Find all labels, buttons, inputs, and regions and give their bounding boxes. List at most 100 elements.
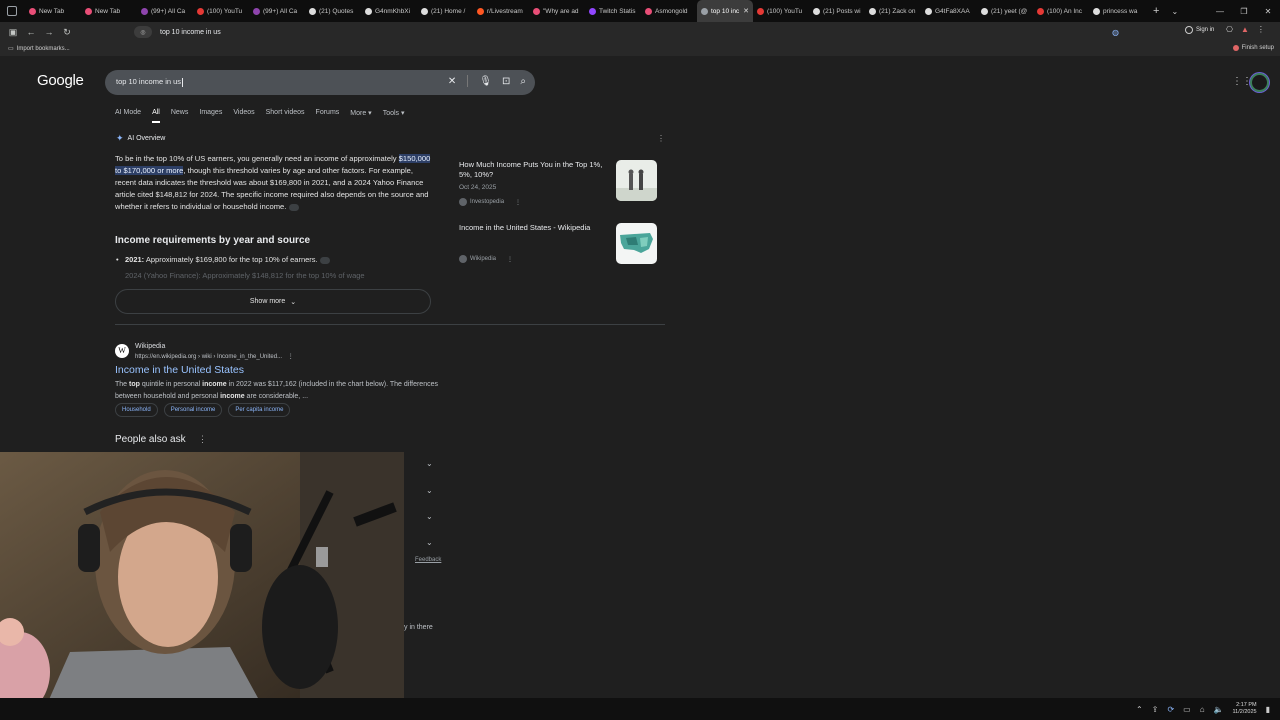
webcam-image — [0, 452, 404, 720]
close-window-icon[interactable]: ✕ — [1256, 7, 1280, 16]
new-tab-button[interactable]: + — [1153, 5, 1159, 17]
search-tab-7[interactable]: More ▾ — [350, 109, 371, 123]
tab-dropdown-icon[interactable]: ⌄ — [1171, 7, 1178, 16]
minimize-icon[interactable]: — — [1208, 7, 1232, 16]
link-icon[interactable] — [319, 256, 330, 264]
tab-7[interactable]: (21) Home / — [417, 0, 473, 22]
close-tab-icon[interactable]: ✕ — [743, 7, 749, 15]
tab-12[interactable]: top 10 inc ✕ — [697, 0, 753, 22]
share-icon[interactable]: ⇪ — [1152, 705, 1159, 714]
search-tab-1[interactable]: All — [152, 109, 160, 123]
chevron-up-icon[interactable]: ⌃ — [1136, 705, 1143, 714]
feedback-link[interactable]: Feedback — [415, 557, 441, 563]
tab-8[interactable]: r/Livestream — [473, 0, 529, 22]
alert-icon[interactable]: ▲ — [1241, 25, 1249, 34]
wikipedia-icon[interactable]: W — [115, 344, 129, 358]
more-options-icon[interactable]: ⋮ — [507, 256, 513, 263]
search-tab-8[interactable]: Tools ▾ — [383, 109, 405, 123]
source-date: Oct 24, 2025 — [459, 184, 497, 191]
tab-17[interactable]: (21) yeet (@ — [977, 0, 1033, 22]
sidebar-icon[interactable]: ▣ — [4, 27, 22, 38]
avatar[interactable] — [1250, 73, 1269, 92]
tab-2[interactable]: (99+) All Ca — [137, 0, 193, 22]
address-bar[interactable]: ◎ top 10 income in us ◍ — [134, 25, 1124, 39]
tab-19[interactable]: princess wa — [1089, 0, 1145, 22]
more-options-icon[interactable]: ⋮ — [657, 134, 665, 143]
search-tab-5[interactable]: Short videos — [266, 109, 305, 123]
finish-setup-button[interactable]: Finish setup — [1232, 45, 1274, 51]
tab-0[interactable]: New Tab — [25, 0, 81, 22]
import-bookmarks-button[interactable]: ▭ Import bookmarks... — [8, 45, 70, 53]
setup-icon — [1232, 45, 1239, 51]
voice-search-icon[interactable]: 🎙 — [479, 76, 492, 87]
tab-favicon-icon — [29, 7, 36, 15]
search-query[interactable]: top 10 income in us — [116, 77, 184, 87]
chevron-down-icon[interactable]: ⌄ — [426, 512, 433, 521]
link-icon[interactable] — [288, 203, 299, 211]
address-text: top 10 income in us — [160, 28, 221, 36]
tab-9[interactable]: "Why are ad — [529, 0, 585, 22]
chevron-down-icon[interactable]: ⌄ — [426, 538, 433, 547]
tab-13[interactable]: (100) YouTu — [753, 0, 809, 22]
investopedia-thumbnail[interactable] — [616, 160, 657, 201]
result-site-name[interactable]: Wikipedia — [135, 343, 165, 350]
tab-14[interactable]: (21) Posts wi — [809, 0, 865, 22]
tab-list: New Tab New Tab (99+) All Ca (100) YouTu (99… — [25, 0, 1145, 22]
tab-5[interactable]: (21) Quotes — [305, 0, 361, 22]
tab-16[interactable]: G4tFa8XAA — [921, 0, 977, 22]
clear-icon[interactable]: ✕ — [448, 76, 456, 87]
tab-15[interactable]: (21) Zack on — [865, 0, 921, 22]
search-tab-2[interactable]: News — [171, 109, 189, 123]
search-tab-4[interactable]: Videos — [233, 109, 254, 123]
tab-4[interactable]: (99+) All Ca — [249, 0, 305, 22]
source-title[interactable]: Income in the United States - Wikipedia — [459, 223, 604, 233]
extensions-icon[interactable]: ⎔ — [1226, 25, 1233, 34]
chevron-down-icon[interactable]: ⌄ — [426, 459, 433, 468]
chevron-down-icon[interactable]: ⌄ — [426, 486, 433, 495]
tab-18[interactable]: (100) An Inc — [1033, 0, 1089, 22]
tab-label: (100) YouTu — [767, 7, 803, 15]
notifications-icon[interactable]: ▮ — [1266, 705, 1270, 714]
search-input[interactable]: top 10 income in us ✕ 🎙 ⊡ ⌕ — [105, 70, 535, 95]
forward-icon[interactable]: → — [40, 27, 58, 37]
show-more-button[interactable]: Show more ⌄ — [115, 289, 431, 314]
more-options-icon[interactable]: ⋮ — [288, 354, 294, 360]
tab-10[interactable]: Twitch Statis — [585, 0, 641, 22]
display-icon[interactable]: ▭ — [1183, 705, 1191, 714]
source-title[interactable]: How Much Income Puts You in the Top 1%, … — [459, 160, 604, 180]
site-info-icon[interactable]: ◎ — [134, 26, 152, 38]
network-icon[interactable]: ⌂ — [1200, 705, 1205, 714]
sign-in-button[interactable]: Sign in — [1185, 26, 1214, 34]
result-url[interactable]: https://en.wikipedia.org › wiki › Income… — [135, 353, 294, 360]
chip-personal-income[interactable]: Personal income — [163, 403, 223, 417]
google-logo[interactable]: Google — [37, 72, 84, 89]
us-map-thumbnail[interactable] — [616, 223, 657, 264]
search-icon[interactable]: ⌕ — [520, 76, 526, 87]
search-tab-6[interactable]: Forums — [316, 109, 340, 123]
tab-11[interactable]: Asmongold — [641, 0, 697, 22]
search-tab-0[interactable]: AI Mode — [115, 109, 141, 123]
source-card-wikipedia[interactable]: Income in the United States - Wikipedia … — [452, 221, 662, 267]
lens-icon[interactable]: ⊡ — [502, 76, 510, 87]
more-options-icon[interactable]: ⋮ — [515, 199, 521, 206]
finish-setup-label: Finish setup — [1241, 45, 1274, 51]
chip-household[interactable]: Household — [115, 403, 158, 417]
menu-icon[interactable]: ⋮ — [1257, 25, 1265, 34]
back-icon[interactable]: ← — [22, 27, 40, 37]
reload-icon[interactable]: ↻ — [58, 27, 76, 38]
source-card-investopedia[interactable]: How Much Income Puts You in the Top 1%, … — [452, 158, 662, 210]
tab-search-icon[interactable] — [7, 6, 17, 16]
more-options-icon[interactable]: ⋮ — [198, 434, 207, 445]
tab-6[interactable]: G4nmKhbXi — [361, 0, 417, 22]
translate-icon[interactable]: ◍ — [1112, 28, 1119, 37]
sync-icon[interactable]: ⟳ — [1167, 705, 1174, 714]
tab-1[interactable]: New Tab — [81, 0, 137, 22]
volume-icon[interactable]: 🔈 — [1214, 705, 1224, 714]
maximize-icon[interactable]: ❐ — [1232, 7, 1256, 16]
show-more-label: Show more — [249, 298, 286, 305]
search-tab-3[interactable]: Images — [199, 109, 222, 123]
clock[interactable]: 2:17 PM 11/2/2025 — [1233, 702, 1257, 716]
result-title-link[interactable]: Income in the United States — [115, 364, 244, 376]
chip-per-capita-income[interactable]: Per capita income — [228, 403, 291, 417]
tab-3[interactable]: (100) YouTu — [193, 0, 249, 22]
